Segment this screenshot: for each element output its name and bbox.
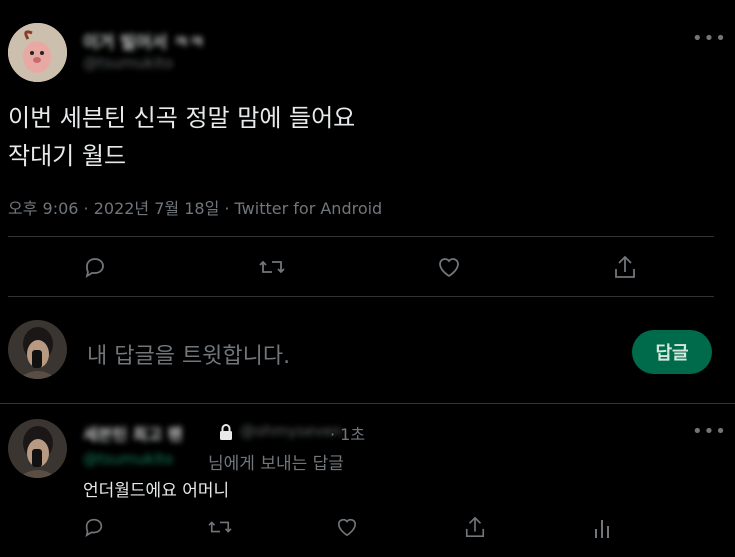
reply-icon[interactable] [83, 255, 107, 279]
divider [8, 296, 714, 297]
like-icon[interactable] [437, 256, 461, 278]
divider [8, 236, 714, 237]
lock-icon [218, 423, 234, 441]
author-avatar[interactable] [8, 23, 67, 82]
reply-author-handle[interactable]: @ohmyseven [240, 422, 342, 440]
like-icon[interactable] [336, 517, 358, 537]
reply-text: 언더월드에요 어머니 [83, 481, 230, 501]
more-icon[interactable]: ••• [692, 421, 727, 442]
replying-to-suffix: 님에게 보내는 답글 [208, 454, 344, 474]
tweet-text-line-1: 이번 세븐틴 신곡 정말 맘에 들어요 [8, 104, 356, 132]
replying-to-handle[interactable]: @tsumukito [83, 450, 173, 468]
reply-time[interactable]: · 1초 [330, 421, 365, 445]
share-icon[interactable] [464, 515, 486, 539]
author-name[interactable]: 이거 빌어서 ㅋㅋ [83, 28, 204, 53]
retweet-icon[interactable] [258, 255, 286, 279]
tweet-text-line-2: 작대기 월드 [8, 142, 127, 170]
reply-input[interactable]: 내 답글을 트윗합니다. [87, 338, 607, 370]
reply-author-avatar[interactable] [8, 419, 67, 478]
retweet-icon[interactable] [207, 516, 233, 538]
analytics-icon[interactable] [592, 517, 612, 539]
share-icon[interactable] [613, 254, 637, 280]
divider [0, 403, 735, 404]
more-icon[interactable]: ••• [692, 28, 727, 49]
reply-button[interactable]: 답글 [632, 330, 712, 374]
author-handle[interactable]: @tsumukito [83, 54, 173, 72]
reply-icon[interactable] [83, 516, 105, 538]
my-avatar[interactable] [8, 320, 67, 379]
reply-author-name[interactable]: 세븐틴 최고 팬 [83, 421, 182, 445]
tweet-meta: 오후 9:06 · 2022년 7월 18일 · Twitter for And… [8, 199, 383, 218]
